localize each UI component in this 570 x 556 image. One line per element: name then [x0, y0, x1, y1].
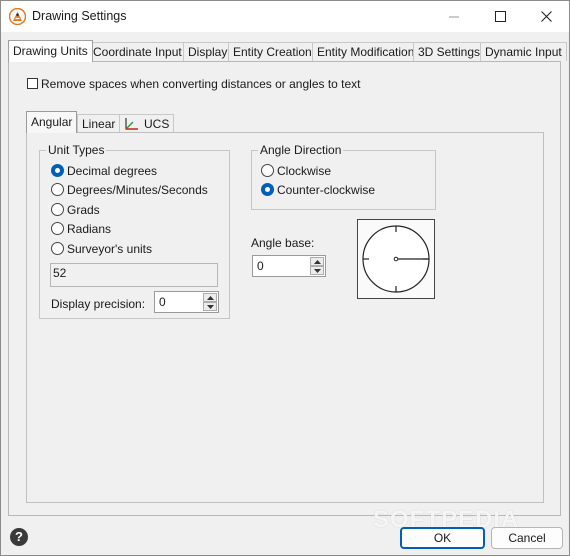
radio-surveyors-units[interactable] — [51, 242, 64, 255]
radio-radians[interactable] — [51, 222, 64, 235]
angle-direction-group: Angle Direction — [251, 143, 436, 210]
angle-base-up-button[interactable] — [310, 257, 324, 266]
radio-counter-clockwise-label: Counter-clockwise — [277, 183, 376, 197]
drawing-settings-window: Drawing Settings Drawing Units Coordinat… — [0, 0, 570, 556]
close-icon — [540, 11, 552, 22]
cancel-button[interactable]: Cancel — [491, 527, 563, 549]
radio-degrees-minutes-seconds-label: Degrees/Minutes/Seconds — [67, 183, 208, 197]
radio-clockwise[interactable] — [261, 164, 274, 177]
precision-down-button[interactable] — [203, 302, 217, 311]
subtab-angular[interactable]: Angular — [26, 111, 78, 133]
radio-counter-clockwise[interactable] — [261, 183, 274, 196]
window-title: Drawing Settings — [32, 9, 127, 23]
remove-spaces-checkbox[interactable] — [27, 78, 38, 89]
arrow-down-icon — [206, 304, 214, 309]
close-button[interactable] — [523, 1, 569, 32]
radio-degrees-minutes-seconds[interactable] — [51, 183, 64, 196]
angle-base-value: 0 — [257, 259, 264, 273]
subtab-ucs[interactable]: UCS — [119, 114, 175, 133]
radio-decimal-degrees[interactable] — [51, 164, 64, 177]
title-bar: Drawing Settings — [1, 1, 569, 32]
precision-up-button[interactable] — [203, 293, 217, 302]
angle-base-spinner[interactable]: 0 — [252, 255, 326, 277]
display-precision-value: 0 — [159, 295, 166, 309]
display-precision-label: Display precision: — [51, 297, 146, 311]
minimize-button[interactable] — [431, 1, 477, 32]
radio-grads-label: Grads — [67, 203, 100, 217]
radio-surveyors-units-label: Surveyor's units — [67, 242, 152, 256]
radio-clockwise-label: Clockwise — [277, 164, 332, 178]
tab-dynamic-input[interactable]: Dynamic Input — [480, 42, 567, 61]
help-icon[interactable]: ? — [10, 528, 28, 546]
angle-base-dial — [357, 219, 435, 299]
unit-sample-box: 52 — [50, 263, 218, 287]
ucs-axis-icon — [125, 118, 138, 130]
maximize-icon — [494, 11, 506, 22]
angle-direction-legend: Angle Direction — [258, 143, 344, 157]
ok-button[interactable]: OK — [400, 527, 485, 549]
arrow-down-icon — [313, 268, 321, 273]
radio-decimal-degrees-label: Decimal degrees — [67, 164, 158, 178]
minimize-icon — [449, 16, 459, 17]
unit-types-legend: Unit Types — [46, 143, 107, 157]
maximize-button[interactable] — [477, 1, 523, 32]
subtab-linear[interactable]: Linear — [77, 114, 121, 133]
arrow-up-icon — [206, 295, 214, 300]
radio-grads[interactable] — [51, 203, 64, 216]
tab-drawing-units[interactable]: Drawing Units — [8, 40, 93, 62]
angle-base-label: Angle base: — [251, 236, 315, 250]
subtab-ucs-label: UCS — [144, 117, 170, 131]
angle-base-down-button[interactable] — [310, 266, 324, 275]
display-precision-spinner[interactable]: 0 — [154, 291, 219, 313]
tab-coordinate-input[interactable]: Coordinate Input — [88, 42, 187, 61]
app-logo-icon — [9, 8, 26, 25]
tab-3d-settings[interactable]: 3D Settings — [413, 42, 486, 61]
angle-dial-graphic — [362, 225, 430, 293]
radio-radians-label: Radians — [67, 222, 112, 236]
arrow-up-icon — [313, 259, 321, 264]
tab-display[interactable]: Display — [183, 42, 233, 61]
tab-entity-modification[interactable]: Entity Modification — [312, 42, 420, 61]
tab-entity-creation[interactable]: Entity Creation — [228, 42, 317, 61]
remove-spaces-label: Remove spaces when converting distances … — [41, 77, 361, 91]
